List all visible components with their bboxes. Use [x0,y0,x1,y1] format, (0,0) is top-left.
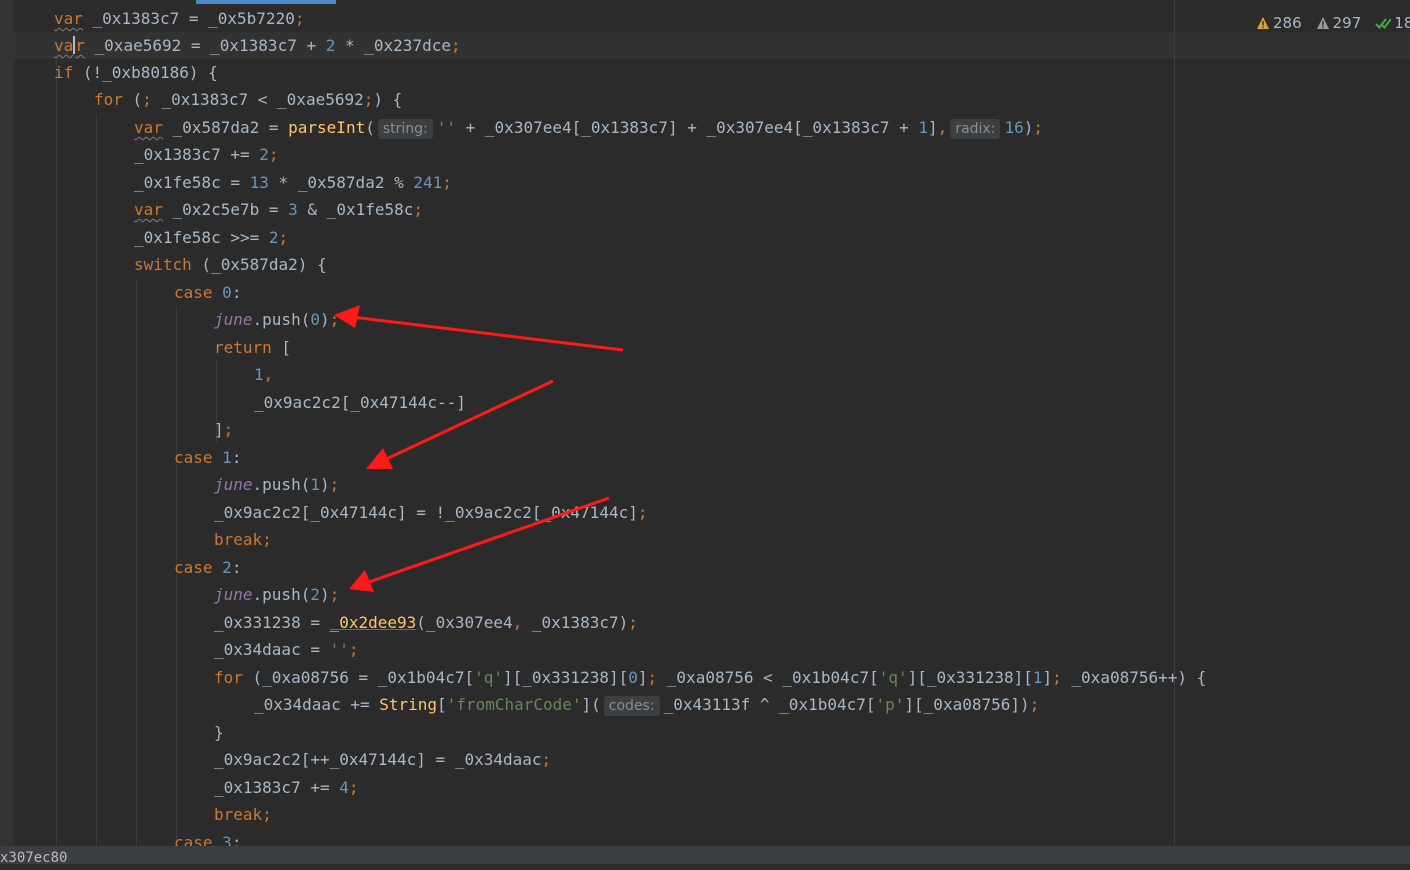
annotation-arrow-3 [349,496,610,592]
code-editor[interactable]: var _0x1383c7 = _0x5b7220; va r _0xae5692… [0,0,1410,864]
status-bar: x307ec80 [0,846,1410,866]
annotation-arrow-2 [366,379,554,469]
annotation-arrows [334,305,624,592]
status-text: x307ec80 [0,850,68,866]
annotation-arrow-1 [334,305,624,352]
